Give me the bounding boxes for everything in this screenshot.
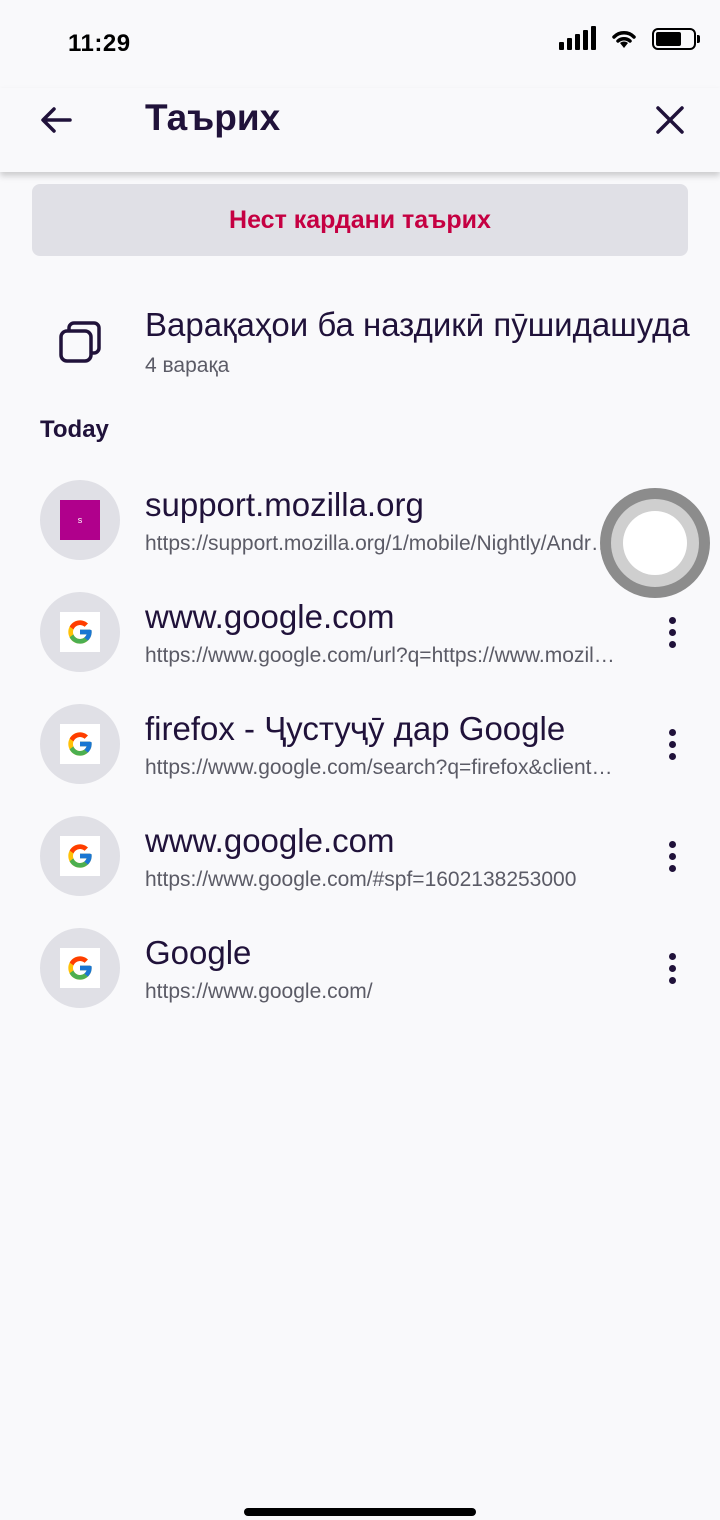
history-item-url: https://support.mozilla.org/1/mobile/Nig… [145, 532, 615, 555]
arrow-left-icon [41, 107, 72, 133]
page-title: Таърих [145, 97, 281, 138]
favicon [40, 928, 120, 1008]
google-icon [68, 956, 92, 980]
mozilla-support-icon: s [60, 500, 100, 540]
favicon [40, 592, 120, 672]
section-header-today: Today [40, 416, 109, 443]
more-options-button[interactable] [648, 944, 696, 992]
status-time: 11:29 [68, 30, 131, 57]
history-item-title: Google [145, 934, 252, 971]
recently-closed-tabs[interactable]: Варақаҳои ба наздикӣ пӯшидашуда 4 варақа [0, 290, 720, 390]
history-item[interactable]: www.google.com https://www.google.com/#s… [0, 800, 720, 912]
status-bar: 11:29 [0, 0, 720, 88]
status-icons [559, 26, 700, 50]
history-item[interactable]: firefox - Ҷустуҷӯ дар Google https://www… [0, 688, 720, 800]
more-options-button[interactable] [648, 832, 696, 880]
favicon: s [40, 480, 120, 560]
history-item-url: https://www.google.com/ [145, 980, 373, 1003]
history-item-title: firefox - Ҷустуҷӯ дар Google [145, 710, 566, 747]
google-icon [68, 844, 92, 868]
history-item-url: https://www.google.com/url?q=https://www… [145, 644, 615, 667]
more-options-button[interactable] [648, 608, 696, 656]
history-item[interactable]: www.google.com https://www.google.com/ur… [0, 576, 720, 688]
close-button[interactable] [642, 92, 698, 148]
history-item-title: support.mozilla.org [145, 486, 424, 523]
signal-icon [559, 26, 596, 50]
google-icon [68, 732, 92, 756]
toolbar: Таърих [0, 88, 720, 172]
recently-closed-count: 4 варақа [145, 354, 230, 377]
close-icon [656, 106, 684, 134]
more-options-button[interactable] [648, 720, 696, 768]
history-item-url: https://www.google.com/#spf=160213825300… [145, 868, 577, 891]
history-item[interactable]: Google https://www.google.com/ [0, 912, 720, 1024]
google-icon [68, 620, 92, 644]
history-item-title: www.google.com [145, 598, 395, 635]
tabs-icon [59, 321, 101, 363]
touch-indicator [600, 488, 710, 598]
recently-closed-title: Варақаҳои ба наздикӣ пӯшидашуда [145, 306, 690, 343]
history-item-title: www.google.com [145, 822, 395, 859]
history-item-url: https://www.google.com/search?q=firefox&… [145, 756, 615, 779]
back-button[interactable] [30, 94, 82, 146]
battery-icon [652, 28, 700, 50]
home-indicator[interactable] [244, 1508, 476, 1516]
favicon [40, 816, 120, 896]
wifi-icon [612, 31, 636, 48]
delete-history-button[interactable]: Нест кардани таърих [32, 184, 688, 256]
history-screen: 11:29 Таърих Нест кардани таърих Варақаҳ… [0, 0, 720, 1520]
favicon [40, 704, 120, 784]
